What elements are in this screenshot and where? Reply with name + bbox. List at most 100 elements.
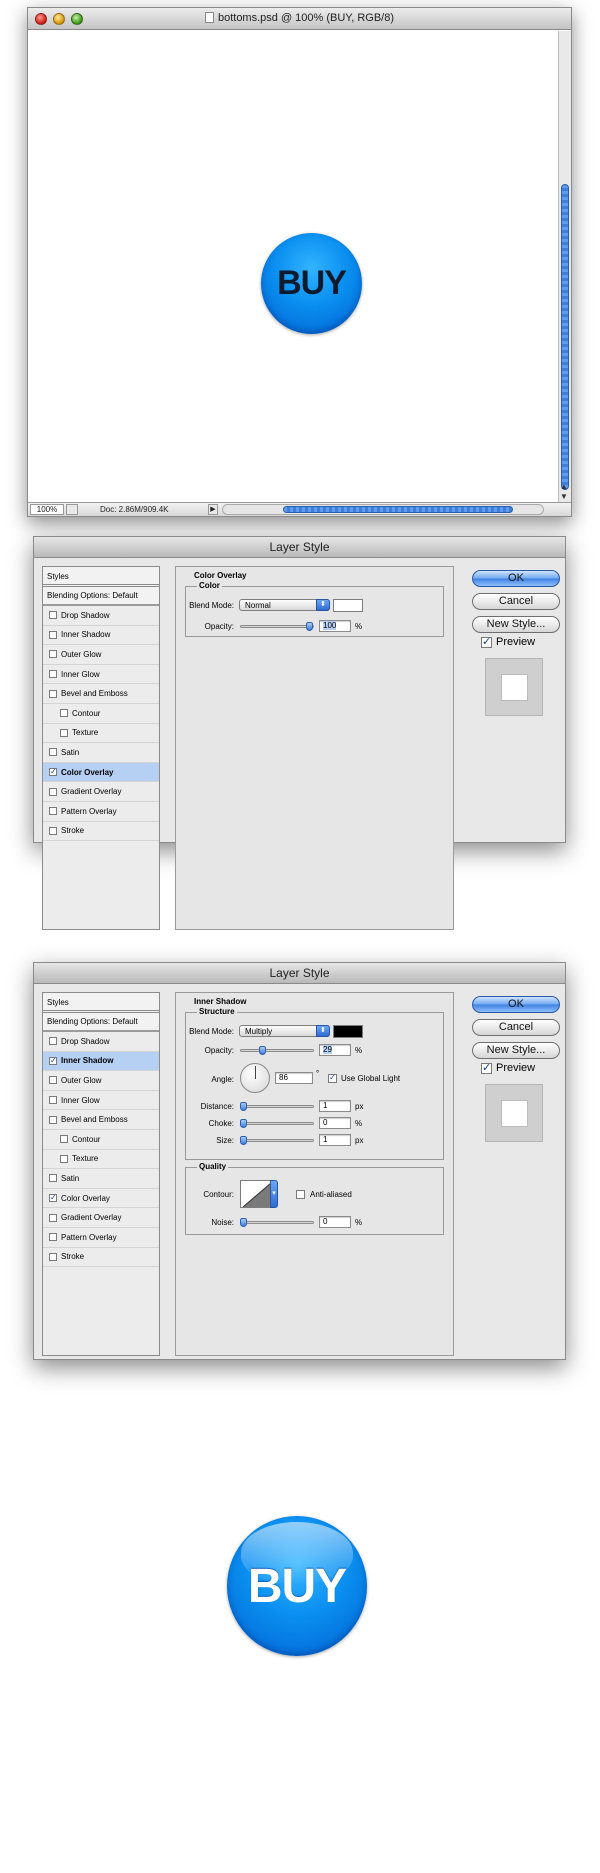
style-item-checkbox[interactable] (60, 709, 68, 718)
opacity-input[interactable]: 29 (319, 1044, 351, 1056)
size-slider-knob[interactable] (240, 1136, 247, 1145)
styles-header[interactable]: Styles (43, 993, 159, 1013)
style-item-checkbox[interactable] (49, 748, 57, 757)
style-item-checkbox[interactable] (49, 1076, 57, 1085)
size-input[interactable]: 1 (319, 1134, 351, 1146)
horizontal-scrollbar[interactable] (222, 504, 544, 515)
zoom-level-field[interactable]: 100% (30, 504, 64, 515)
style-item-checkbox[interactable]: ✓ (49, 1056, 57, 1065)
style-item-inner-glow[interactable]: Inner Glow (43, 1091, 159, 1111)
noise-input[interactable]: 0 (319, 1216, 351, 1228)
style-item-checkbox[interactable] (49, 826, 57, 835)
style-item-outer-glow[interactable]: Outer Glow (43, 645, 159, 665)
style-item-satin[interactable]: Satin (43, 743, 159, 763)
opacity-input[interactable]: 100 (319, 620, 351, 632)
style-item-bevel-and-emboss[interactable]: Bevel and Emboss (43, 1110, 159, 1130)
style-item-texture[interactable]: Texture (43, 724, 159, 744)
choke-slider[interactable] (240, 1119, 314, 1128)
style-item-stroke[interactable]: Stroke (43, 822, 159, 842)
ok-button[interactable]: OK (472, 996, 560, 1013)
preview-toggle[interactable]: ✓ Preview (481, 636, 535, 648)
style-item-checkbox[interactable] (49, 1252, 57, 1261)
style-item-checkbox[interactable] (49, 670, 57, 679)
style-item-outer-glow[interactable]: Outer Glow (43, 1071, 159, 1091)
choke-input[interactable]: 0 (319, 1117, 351, 1129)
style-item-contour[interactable]: Contour (43, 704, 159, 724)
zoom-menu-button[interactable] (66, 504, 78, 515)
style-item-checkbox[interactable] (49, 807, 57, 816)
style-item-checkbox[interactable] (49, 1233, 57, 1242)
opacity-slider-knob[interactable] (306, 622, 313, 631)
contour-picker[interactable] (240, 1180, 272, 1208)
opacity-slider[interactable] (240, 1046, 314, 1055)
distance-slider[interactable] (240, 1102, 314, 1111)
style-item-gradient-overlay[interactable]: Gradient Overlay (43, 782, 159, 802)
choke-slider-knob[interactable] (240, 1119, 247, 1128)
style-item-checkbox[interactable] (49, 1213, 57, 1222)
style-item-inner-shadow[interactable]: ✓ Inner Shadow (43, 1051, 159, 1072)
status-menu-arrow-icon[interactable]: ▶ (208, 504, 218, 515)
distance-input[interactable]: 1 (319, 1100, 351, 1112)
style-item-pattern-overlay[interactable]: Pattern Overlay (43, 1228, 159, 1248)
style-item-checkbox[interactable] (49, 611, 57, 620)
cancel-button[interactable]: Cancel (472, 593, 560, 610)
style-item-texture[interactable]: Texture (43, 1150, 159, 1170)
style-item-color-overlay[interactable]: ✓ Color Overlay (43, 762, 159, 783)
style-item-checkbox[interactable] (49, 689, 57, 698)
shadow-color-swatch[interactable] (333, 1025, 363, 1038)
new-style-button[interactable]: New Style... (472, 1042, 560, 1059)
style-item-checkbox[interactable] (60, 728, 68, 737)
style-item-checkbox[interactable]: ✓ (49, 1194, 57, 1203)
angle-dial[interactable] (240, 1063, 270, 1093)
vertical-scroll-thumb[interactable] (561, 184, 569, 490)
style-item-satin[interactable]: Satin (43, 1169, 159, 1189)
style-item-checkbox[interactable] (49, 1037, 57, 1046)
style-item-checkbox[interactable] (49, 787, 57, 796)
style-item-drop-shadow[interactable]: Drop Shadow (43, 1032, 159, 1052)
document-canvas[interactable]: BUY (28, 31, 560, 503)
angle-input[interactable]: 86 (275, 1072, 313, 1084)
noise-slider[interactable] (240, 1218, 314, 1227)
style-item-checkbox[interactable] (49, 1115, 57, 1124)
style-item-color-overlay[interactable]: ✓ Color Overlay (43, 1189, 159, 1209)
blending-options-item[interactable]: Blending Options: Default (43, 1013, 159, 1032)
style-item-pattern-overlay[interactable]: Pattern Overlay (43, 802, 159, 822)
style-item-checkbox[interactable] (49, 1174, 57, 1183)
new-style-button[interactable]: New Style... (472, 616, 560, 633)
style-item-checkbox[interactable] (60, 1154, 68, 1163)
style-item-contour[interactable]: Contour (43, 1130, 159, 1150)
blending-options-item[interactable]: Blending Options: Default (43, 587, 159, 606)
style-item-stroke[interactable]: Stroke (43, 1248, 159, 1268)
horizontal-scroll-thumb[interactable] (283, 506, 513, 513)
scroll-down-arrow-icon[interactable]: ▼ (560, 492, 568, 501)
blend-mode-select[interactable]: Normal ⬍ (239, 599, 330, 611)
style-item-inner-shadow[interactable]: Inner Shadow (43, 626, 159, 646)
style-item-gradient-overlay[interactable]: Gradient Overlay (43, 1208, 159, 1228)
opacity-slider-knob[interactable] (259, 1046, 267, 1055)
opacity-slider[interactable] (240, 622, 314, 631)
scroll-up-arrow-icon[interactable]: ▲ (560, 482, 568, 491)
contour-dropdown-arrow-icon[interactable]: ▾ (270, 1180, 278, 1208)
style-item-checkbox[interactable]: ✓ (49, 768, 57, 777)
styles-header[interactable]: Styles (43, 567, 159, 587)
ok-button[interactable]: OK (472, 570, 560, 587)
use-global-light-checkbox[interactable]: ✓ (328, 1074, 337, 1083)
style-item-checkbox[interactable] (49, 1096, 57, 1105)
style-item-bevel-and-emboss[interactable]: Bevel and Emboss (43, 684, 159, 704)
vertical-scrollbar[interactable]: ▲ ▼ (558, 31, 571, 503)
noise-slider-knob[interactable] (240, 1218, 247, 1227)
style-item-drop-shadow[interactable]: Drop Shadow (43, 606, 159, 626)
preview-checkbox[interactable]: ✓ (481, 636, 492, 648)
size-slider[interactable] (240, 1136, 314, 1145)
cancel-button[interactable]: Cancel (472, 1019, 560, 1036)
overlay-color-swatch[interactable] (333, 599, 363, 612)
distance-slider-knob[interactable] (240, 1102, 247, 1111)
style-item-checkbox[interactable] (49, 650, 57, 659)
style-item-checkbox[interactable] (49, 630, 57, 639)
preview-toggle[interactable]: ✓ Preview (481, 1062, 535, 1074)
blend-mode-select[interactable]: Multiply ⬍ (239, 1025, 330, 1037)
preview-checkbox[interactable]: ✓ (481, 1062, 492, 1074)
style-item-checkbox[interactable] (60, 1135, 68, 1144)
anti-aliased-checkbox[interactable] (296, 1190, 305, 1199)
style-item-inner-glow[interactable]: Inner Glow (43, 665, 159, 685)
